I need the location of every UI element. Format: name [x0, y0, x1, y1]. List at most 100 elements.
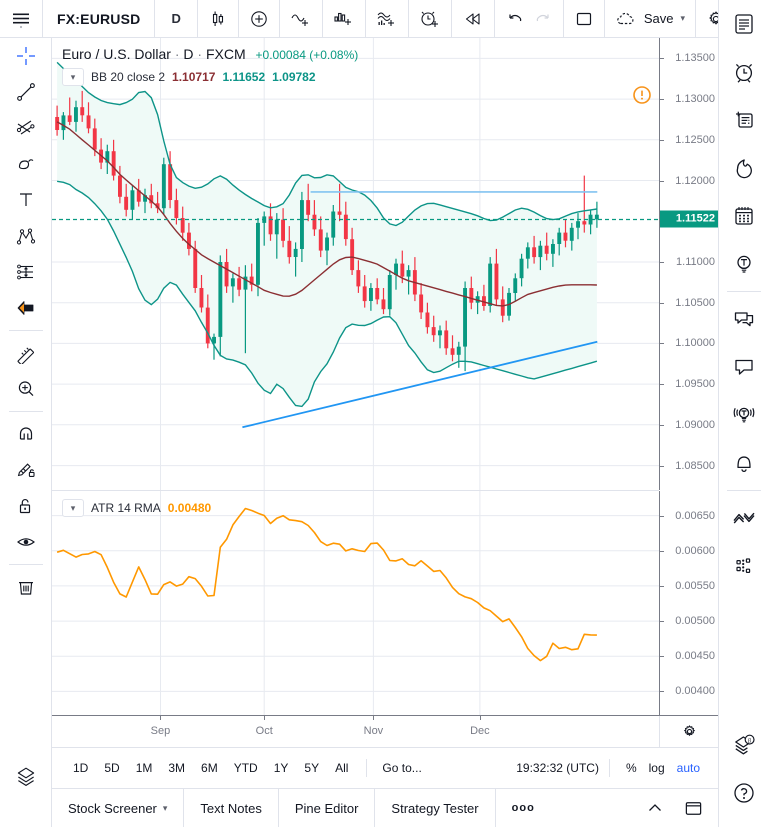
time-axis-label: Sep [151, 725, 171, 737]
private-chat-button[interactable] [719, 343, 768, 391]
price-axis[interactable]: 1.135001.130001.125001.120001.110001.105… [659, 38, 718, 490]
patterns-tool[interactable] [0, 218, 52, 254]
atr-value-axis[interactable]: 0.006500.006000.005500.005000.004500.004… [659, 491, 718, 716]
hide-drawings-toggle[interactable] [0, 524, 52, 560]
interval-label: D [171, 11, 180, 26]
measure-ruler-icon [15, 342, 37, 364]
chart-container[interactable]: Euro / U.S. Dollar · D · FXCM +0.00084 (… [52, 38, 718, 789]
bb-upper-value: 1.11652 [222, 70, 265, 84]
broker-button[interactable]: β [719, 721, 768, 769]
time-axis-label: Nov [364, 725, 384, 737]
range-button-5y[interactable]: 5Y [297, 758, 326, 778]
range-button-1d[interactable]: 1D [66, 758, 95, 778]
chevron-down-icon[interactable]: ▾ [62, 68, 84, 86]
data-window-button[interactable] [719, 96, 768, 144]
layout-select-button[interactable] [564, 0, 605, 38]
chevron-down-icon[interactable]: ▾ [163, 803, 168, 814]
chart-clock[interactable]: 19:32:32 (UTC) [516, 761, 599, 775]
text-tool[interactable] [0, 182, 52, 218]
chart-type-button[interactable] [198, 0, 239, 38]
indicator-templates-button[interactable] [366, 0, 409, 38]
time-axis-settings-button[interactable] [659, 716, 718, 747]
log-scale-button[interactable]: log [643, 758, 671, 778]
price-axis-tick [660, 262, 664, 263]
percent-scale-button[interactable]: % [620, 758, 643, 778]
range-button-3m[interactable]: 3M [161, 758, 192, 778]
object-tree-button[interactable] [0, 759, 52, 795]
chevron-down-icon[interactable]: ▾ [62, 499, 84, 517]
range-button-1m[interactable]: 1M [129, 758, 160, 778]
go-to-date-button[interactable]: Go to... [377, 758, 426, 778]
trend-line-tool[interactable] [0, 74, 52, 110]
hamburger-menu-button[interactable] [0, 0, 43, 38]
auto-scale-button[interactable]: auto [671, 758, 706, 778]
hotlist-button[interactable] [719, 144, 768, 192]
range-button-5d[interactable]: 5D [97, 758, 126, 778]
undo-button[interactable] [495, 0, 531, 38]
more-panels-button[interactable]: ooo [496, 789, 551, 827]
remove-drawings-button[interactable] [0, 569, 52, 605]
footer-tab-stock-screener[interactable]: Stock Screener ▾ [52, 789, 184, 827]
alerts-button[interactable] [719, 48, 768, 96]
chart-legend-atr[interactable]: ▾ ATR 14 RMA 0.00480 [62, 499, 211, 517]
price-pane[interactable]: Euro / U.S. Dollar · D · FXCM +0.00084 (… [52, 38, 718, 490]
compare-add-symbol-button[interactable] [239, 0, 280, 38]
scale-divider [609, 759, 610, 777]
symbol-search-button[interactable]: FX:EURUSD [43, 0, 155, 38]
legend-separator-1: · [175, 46, 180, 62]
more-label: ooo [512, 802, 535, 814]
hamburger-menu-icon [10, 8, 32, 30]
financials-bars-icon [333, 9, 355, 29]
ideas-button[interactable] [719, 240, 768, 288]
chevron-up-icon [646, 799, 664, 817]
price-axis-label: 1.11000 [676, 256, 715, 268]
atr-axis-label: 0.00400 [675, 685, 715, 697]
footer-tab-text-notes[interactable]: Text Notes [184, 789, 278, 827]
range-button-all[interactable]: All [328, 758, 355, 778]
data-window-icon [731, 107, 757, 133]
ideas-stream-button[interactable] [719, 391, 768, 439]
legend-separator-2: · [197, 46, 202, 62]
stay-in-drawing-mode-toggle[interactable] [0, 452, 52, 488]
forecast-position-tool[interactable] [0, 254, 52, 290]
footer-tab-label: Stock Screener [68, 801, 157, 816]
range-button-6m[interactable]: 6M [194, 758, 225, 778]
range-button-ytd[interactable]: YTD [227, 758, 265, 778]
footer-tab-pine-editor[interactable]: Pine Editor [279, 789, 376, 827]
calendar-button[interactable] [719, 192, 768, 240]
footer-tab-strategy-tester[interactable]: Strategy Tester [375, 789, 495, 827]
top-toolbar: FX:EURUSD D [0, 0, 768, 38]
save-button[interactable]: Save ▾ [605, 0, 696, 38]
create-alert-button[interactable] [409, 0, 452, 38]
help-button[interactable] [719, 769, 768, 817]
object-tree-button[interactable] [719, 542, 768, 590]
zoom-in-tool[interactable] [0, 371, 52, 407]
watchlist-button[interactable] [719, 0, 768, 48]
collapse-panel-button[interactable] [636, 789, 674, 827]
brush-draw-icon [15, 153, 37, 175]
chart-pattern-button[interactable] [719, 494, 768, 542]
arrow-marker-tool[interactable] [0, 290, 52, 326]
chevron-down-icon[interactable]: ▾ [681, 13, 686, 24]
indicators-button[interactable] [280, 0, 323, 38]
sidebar-divider [727, 291, 761, 292]
range-button-1y[interactable]: 1Y [267, 758, 296, 778]
time-axis[interactable]: SepOctNovDec [52, 715, 718, 747]
notifications-button[interactable] [719, 439, 768, 487]
magnet-mode-toggle[interactable] [0, 416, 52, 452]
financials-button[interactable] [323, 0, 366, 38]
chart-pattern-icon [730, 504, 758, 532]
atr-pane[interactable]: ▾ ATR 14 RMA 0.00480 0.006500.006000.005… [52, 491, 718, 716]
pitchfork-tool[interactable] [0, 110, 52, 146]
bar-replay-button[interactable] [452, 0, 495, 38]
chart-warning-button[interactable] [632, 85, 652, 110]
lock-drawings-toggle[interactable] [0, 488, 52, 524]
cross-cursor-tool[interactable] [0, 38, 52, 74]
interval-button[interactable]: D [155, 0, 197, 38]
measure-ruler-tool[interactable] [0, 335, 52, 371]
public-chat-button[interactable] [719, 295, 768, 343]
brush-draw-tool[interactable] [0, 146, 52, 182]
chart-legend-bollinger[interactable]: ▾ BB 20 close 2 1.10717 1.11652 1.09782 [62, 68, 316, 86]
redo-button[interactable] [531, 0, 564, 38]
toggle-bottom-panel-button[interactable] [674, 789, 712, 827]
